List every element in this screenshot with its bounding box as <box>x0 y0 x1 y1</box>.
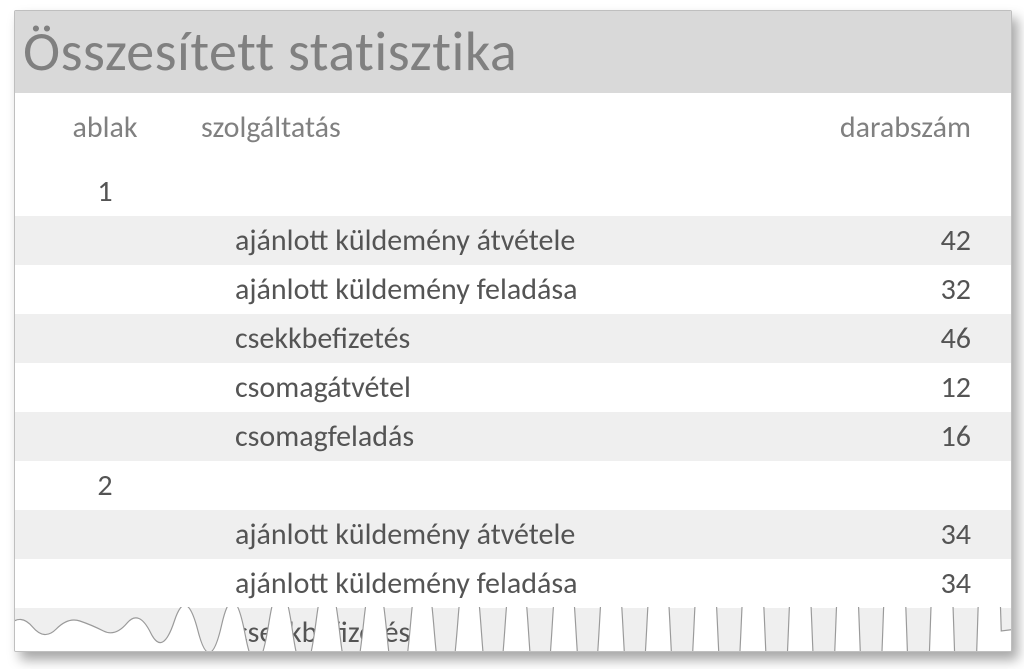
cell-window <box>15 363 195 412</box>
table-row: ajánlott küldemény átvétele42 <box>15 216 1011 265</box>
cell-count: 34 <box>771 559 1011 608</box>
cell-window <box>15 608 195 652</box>
cell-service: ajánlott küldemény átvétele <box>195 510 771 559</box>
cell-window: 2 <box>15 461 195 510</box>
table-row: csekkbefizetés <box>15 608 1011 652</box>
cell-window <box>15 559 195 608</box>
table-row: ajánlott küldemény feladása34 <box>15 559 1011 608</box>
cell-count <box>771 166 1011 217</box>
table-row: 1 <box>15 166 1011 217</box>
table-header-row: ablak szolgáltatás darabszám <box>15 93 1011 166</box>
cell-service: ajánlott küldemény feladása <box>195 559 771 608</box>
cell-service: csomagátvétel <box>195 363 771 412</box>
stats-table: ablak szolgáltatás darabszám 1ajánlott k… <box>15 93 1011 652</box>
table-row: csomagfeladás16 <box>15 412 1011 461</box>
cell-window <box>15 412 195 461</box>
cell-service <box>195 166 771 217</box>
table-row: 2 <box>15 461 1011 510</box>
col-header-service: szolgáltatás <box>195 93 771 166</box>
cell-window <box>15 314 195 363</box>
cell-window <box>15 216 195 265</box>
cell-count: 34 <box>771 510 1011 559</box>
report-title: Összesített statisztika <box>23 18 517 86</box>
cell-service <box>195 461 771 510</box>
cell-service: ajánlott küldemény feladása <box>195 265 771 314</box>
report-panel: Összesített statisztika ablak szolgáltat… <box>14 10 1012 652</box>
cell-count: 46 <box>771 314 1011 363</box>
cell-window <box>15 510 195 559</box>
cell-service: csekkbefizetés <box>195 608 771 652</box>
cell-count <box>771 461 1011 510</box>
table-row: csekkbefizetés46 <box>15 314 1011 363</box>
cell-count <box>771 608 1011 652</box>
cell-count: 42 <box>771 216 1011 265</box>
cell-service: csekkbefizetés <box>195 314 771 363</box>
cell-window <box>15 265 195 314</box>
title-bar: Összesített statisztika <box>15 11 1011 93</box>
cell-count: 12 <box>771 363 1011 412</box>
table-row: ajánlott küldemény átvétele34 <box>15 510 1011 559</box>
cell-count: 32 <box>771 265 1011 314</box>
table-row: csomagátvétel12 <box>15 363 1011 412</box>
cell-service: csomagfeladás <box>195 412 771 461</box>
col-header-count: darabszám <box>771 93 1011 166</box>
cell-window: 1 <box>15 166 195 217</box>
table-row: ajánlott küldemény feladása32 <box>15 265 1011 314</box>
cell-count: 16 <box>771 412 1011 461</box>
col-header-window: ablak <box>15 93 195 166</box>
cell-service: ajánlott küldemény átvétele <box>195 216 771 265</box>
